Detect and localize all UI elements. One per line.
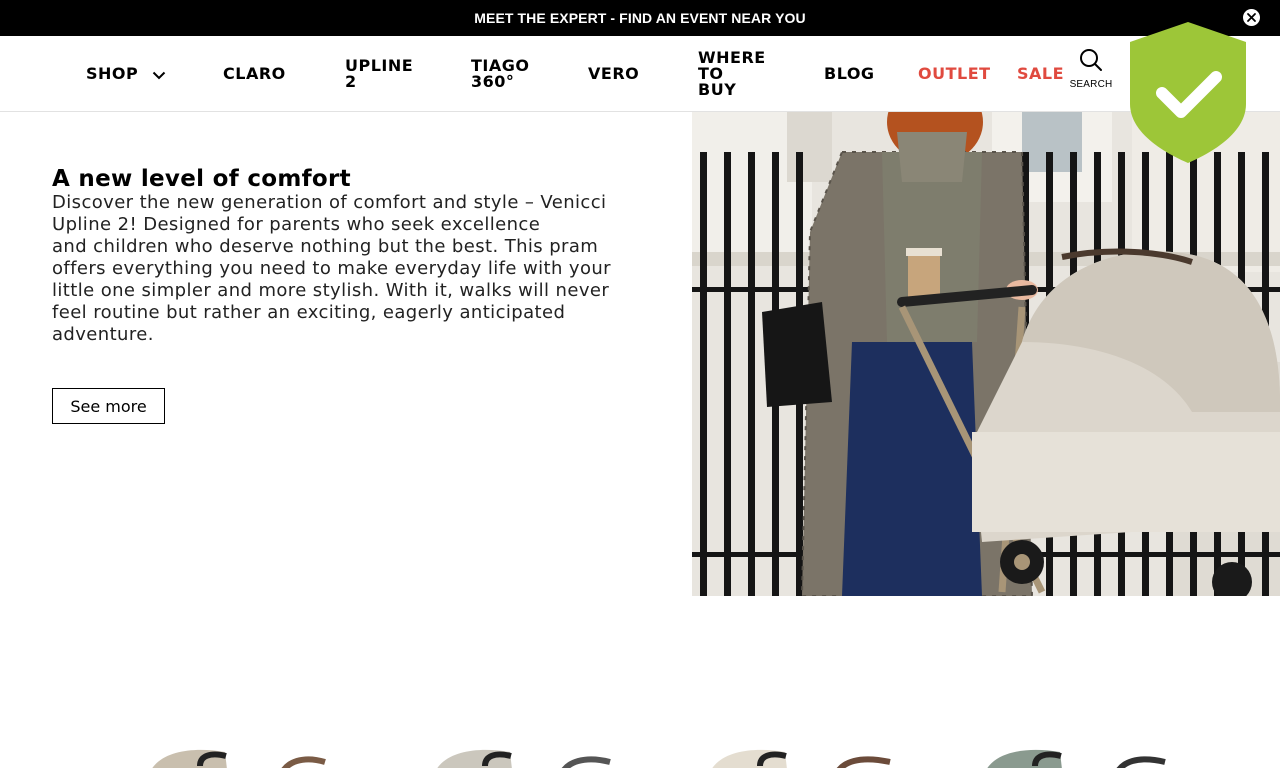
search-button[interactable]: SEARCH — [1070, 48, 1112, 92]
search-icon — [1079, 48, 1103, 76]
product-card[interactable] — [140, 738, 340, 768]
product-strip — [0, 730, 1280, 768]
see-more-button[interactable]: See more — [52, 388, 165, 424]
nav-item-upline-2[interactable]: UPLINE 2 — [345, 58, 413, 90]
hero-title: A new level of comfort — [52, 166, 351, 192]
hero-description: Discover the new generation of comfort a… — [52, 192, 632, 346]
product-card[interactable] — [425, 738, 625, 768]
nav-item-claro[interactable]: CLARO — [223, 66, 286, 82]
product-card[interactable] — [975, 738, 1175, 768]
nav-item-where-to-buy[interactable]: WHERE TO BUY — [698, 50, 766, 98]
product-card[interactable] — [700, 738, 900, 768]
hero-image — [692, 112, 1280, 596]
nav-item-blog[interactable]: BLOG — [824, 66, 875, 82]
hero-text-block: A new level of comfort Discover the new … — [52, 166, 632, 346]
nav-label-line: 360° — [471, 72, 515, 91]
hero-description-line: offers everything you need to make every… — [52, 258, 611, 279]
main-header: SHOP CLARO UPLINE 2 TIAGO 360° VERO WHER… — [0, 36, 1280, 112]
hero-description-line: Discover the new generation of comfort a… — [52, 192, 607, 213]
shield-check-icon[interactable] — [1126, 20, 1250, 165]
nav-label: SHOP — [86, 64, 139, 83]
nav-item-shop[interactable]: SHOP — [86, 66, 166, 83]
hero-description-line: Upline 2! Designed for parents who seek … — [52, 214, 541, 235]
announcement-bar: MEET THE EXPERT - FIND AN EVENT NEAR YOU — [0, 0, 1280, 36]
nav-item-outlet[interactable]: OUTLET — [918, 66, 991, 82]
hero-description-line: feel routine but rather an exciting, eag… — [52, 302, 566, 323]
nav-item-tiago-360[interactable]: TIAGO 360° — [471, 58, 529, 90]
nav-label-line: 2 — [345, 72, 357, 91]
search-label: SEARCH — [1069, 79, 1113, 90]
chevron-down-icon — [152, 67, 166, 83]
nav-label-line: BUY — [698, 80, 737, 99]
announcement-text[interactable]: MEET THE EXPERT - FIND AN EVENT NEAR YOU — [474, 10, 805, 26]
nav-item-sale[interactable]: SALE — [1017, 66, 1064, 82]
hero-description-line: adventure. — [52, 324, 154, 345]
hero-description-line: little one simpler and more stylish. Wit… — [52, 280, 610, 301]
nav-item-vero[interactable]: VERO — [588, 66, 639, 82]
hero-description-line: and children who deserve nothing but the… — [52, 236, 599, 257]
